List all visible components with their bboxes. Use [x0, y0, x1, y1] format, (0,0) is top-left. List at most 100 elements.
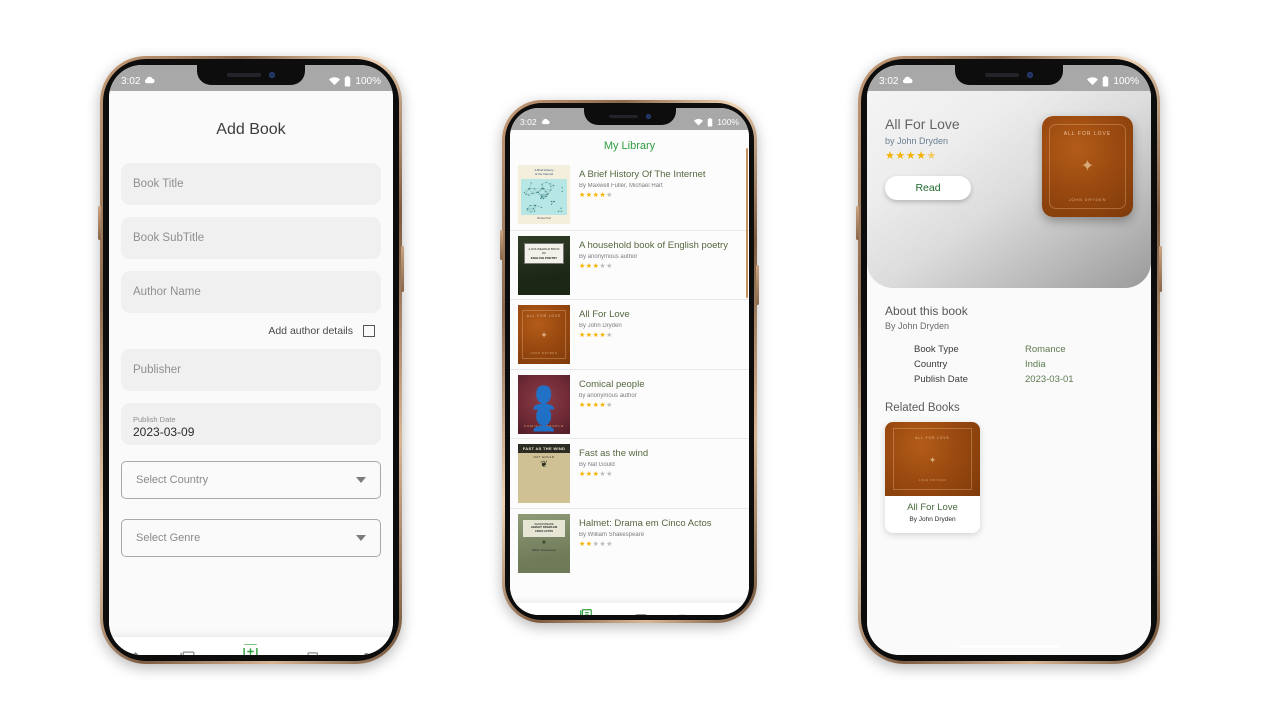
- publish-date-input[interactable]: Publish Date 2023-03-09: [121, 403, 381, 445]
- phone3-home-indicator[interactable]: [959, 645, 1059, 648]
- add-box-icon: [634, 613, 648, 615]
- phone3-notch: [955, 65, 1063, 85]
- read-button[interactable]: Read: [885, 176, 971, 200]
- home-icon: [525, 613, 539, 615]
- book-author: by John Dryden: [885, 136, 949, 146]
- book-info: Fast as the wind By Nat Gould ★★★★★: [579, 444, 741, 478]
- earpiece-speaker: [227, 73, 261, 77]
- star-icon: ★: [579, 471, 586, 478]
- earpiece-speaker: [985, 73, 1019, 77]
- nav-item-library[interactable]: [179, 650, 196, 655]
- book-title-input[interactable]: Book Title: [121, 163, 381, 205]
- book-author: By William Shakespeare: [579, 531, 645, 538]
- book-list-item[interactable]: A Brief History of the Internet Michael Ha…: [510, 160, 749, 230]
- power-button[interactable]: [756, 265, 759, 305]
- about-meta-row: Book Type Romance: [914, 344, 1133, 355]
- book-rating-stars: ★★★★★: [579, 540, 741, 548]
- list-scrollbar[interactable]: [746, 148, 748, 298]
- home-icon: [127, 650, 144, 655]
- related-section: Related Books ALL FOR LOVE ✦ JOHN DRYDEN Al…: [867, 389, 1151, 533]
- nav-item-copies[interactable]: [306, 650, 323, 655]
- select-country-dropdown[interactable]: Select Country: [121, 461, 381, 499]
- nav-item-addbook[interactable]: [634, 613, 648, 615]
- cover-inner-frame: ALL FOR LOVE ✦ JOHN DRYDEN: [522, 309, 566, 360]
- hero-book-cover[interactable]: ALL FOR LOVE ✦ JOHN DRYDEN: [1042, 116, 1133, 217]
- book-cover-thumbnail[interactable]: A HOUSEHOLD BOOK OF ENGLISH POETRY: [518, 235, 570, 295]
- nav-item-copies[interactable]: [677, 613, 691, 615]
- volume-button[interactable]: [856, 206, 859, 240]
- star-icon: ★: [606, 540, 613, 548]
- phone2-home-indicator[interactable]: [587, 606, 672, 609]
- page-title: Add Book: [216, 121, 286, 138]
- add-book-body: Add Book Book Title Book SubTitle Author…: [109, 91, 393, 655]
- book-cover-thumbnail[interactable]: FAST AS THE WIND NAT GOULD ❦: [518, 444, 570, 503]
- add-author-details-row[interactable]: Add author details: [121, 313, 381, 349]
- status-time: 3:02: [520, 117, 537, 127]
- nav-item-profile[interactable]: [358, 650, 375, 655]
- publish-date-value: 2023-03-09: [133, 424, 195, 439]
- status-time: 3:02: [879, 76, 899, 87]
- phone2-bottom-nav: My Library: [510, 603, 749, 615]
- volume-button[interactable]: [98, 206, 101, 240]
- publisher-input[interactable]: Publisher: [121, 349, 381, 391]
- nav-item-profile[interactable]: [720, 613, 734, 615]
- book-subtitle-input[interactable]: Book SubTitle: [121, 217, 381, 259]
- read-button-label: Read: [915, 182, 941, 194]
- person-icon: [720, 613, 734, 615]
- book-list[interactable]: A Brief History of the Internet Michael Ha…: [510, 160, 749, 603]
- phone-add-book: 3:02 100% Add Book Book Title Book SubTi…: [98, 56, 404, 664]
- wifi-icon: [694, 118, 704, 126]
- book-cover-thumbnail[interactable]: 👤👤 COMICAL PEOPLE: [518, 374, 570, 434]
- copies-icon: [306, 650, 323, 655]
- star-icon: ★: [585, 471, 593, 478]
- book-list-item[interactable]: ALL FOR LOVE ✦ JOHN DRYDEN All For Love By J…: [510, 299, 749, 369]
- phone1-home-indicator[interactable]: [201, 645, 301, 648]
- book-rating-stars: ★★★★★: [579, 262, 741, 270]
- star-icon: ★: [606, 192, 613, 199]
- phone3-screen: 3:02 100% All For Love by John Dryden ★★…: [867, 65, 1151, 655]
- star-icon: ★: [916, 150, 927, 162]
- star-icon: ★: [606, 262, 613, 270]
- cover-author: JOHN DRYDEN: [918, 479, 947, 483]
- phone2-notch: [583, 108, 676, 125]
- nav-item-home[interactable]: [525, 613, 539, 615]
- cover-art-poetry: A HOUSEHOLD BOOK OF ENGLISH POETRY: [518, 235, 570, 295]
- mockup-stage: 3:02 100% Add Book Book Title Book SubTi…: [0, 0, 1280, 720]
- power-button[interactable]: [401, 246, 404, 292]
- related-book-cover: ALL FOR LOVE ✦ JOHN DRYDEN: [885, 422, 980, 496]
- meta-value: India: [1025, 359, 1046, 370]
- author-name-input[interactable]: Author Name: [121, 271, 381, 313]
- cover-author: William Shakespeare: [531, 549, 557, 553]
- volume-button[interactable]: [500, 230, 503, 260]
- star-icon: ★: [585, 332, 593, 339]
- add-author-details-checkbox[interactable]: [363, 325, 375, 337]
- nav-item-home[interactable]: [127, 650, 144, 655]
- book-list-item[interactable]: FAST AS THE WIND NAT GOULD ❦ Fast as the wi…: [510, 438, 749, 508]
- cover-art-all-for-love: ALL FOR LOVE ✦ JOHN DRYDEN: [1042, 116, 1133, 217]
- book-title: Halmet: Drama em Cinco Actos: [579, 517, 712, 529]
- book-cover-thumbnail[interactable]: A Brief History of the Internet Michael Ha…: [518, 165, 570, 224]
- star-icon: ★: [579, 401, 586, 409]
- book-cover-thumbnail[interactable]: SHAKESPEARE HAMLET: DRAMA EM CINCO ACTOS ✦ W…: [518, 513, 570, 573]
- star-icon: ★: [905, 150, 917, 162]
- battery-icon: [344, 76, 351, 87]
- battery-icon: [707, 117, 713, 127]
- book-title: Fast as the wind: [579, 448, 649, 459]
- related-book-card[interactable]: ALL FOR LOVE ✦ JOHN DRYDEN All For Love By J…: [885, 422, 980, 533]
- cover-figures-graphic: 👤👤: [530, 385, 558, 433]
- book-list-item[interactable]: SHAKESPEARE HAMLET: DRAMA EM CINCO ACTOS ✦ W…: [510, 507, 749, 578]
- related-books-row[interactable]: ALL FOR LOVE ✦ JOHN DRYDEN All For Love By J…: [885, 422, 1133, 533]
- related-book-caption: All For Love By John Dryden: [885, 496, 980, 533]
- star-icon: ★: [895, 150, 906, 162]
- front-camera: [269, 72, 275, 78]
- power-button[interactable]: [1159, 246, 1162, 292]
- book-list-item[interactable]: 👤👤 COMICAL PEOPLE Comical people by anonymo…: [510, 368, 749, 439]
- book-title: All For Love: [885, 116, 960, 132]
- add-book-form: Book Title Book SubTitle Author Name Add…: [109, 163, 393, 637]
- book-cover-thumbnail[interactable]: ALL FOR LOVE ✦ JOHN DRYDEN: [518, 305, 570, 364]
- select-genre-dropdown[interactable]: Select Genre: [121, 519, 381, 557]
- page-title: My Library: [603, 140, 656, 152]
- book-list-item[interactable]: A HOUSEHOLD BOOK OF ENGLISH POETRY A househ…: [510, 229, 749, 300]
- book-info: Comical people by anonymous author ★★★★★: [579, 375, 741, 409]
- cover-inner-frame: ALL FOR LOVE ✦ JOHN DRYDEN: [1049, 124, 1126, 209]
